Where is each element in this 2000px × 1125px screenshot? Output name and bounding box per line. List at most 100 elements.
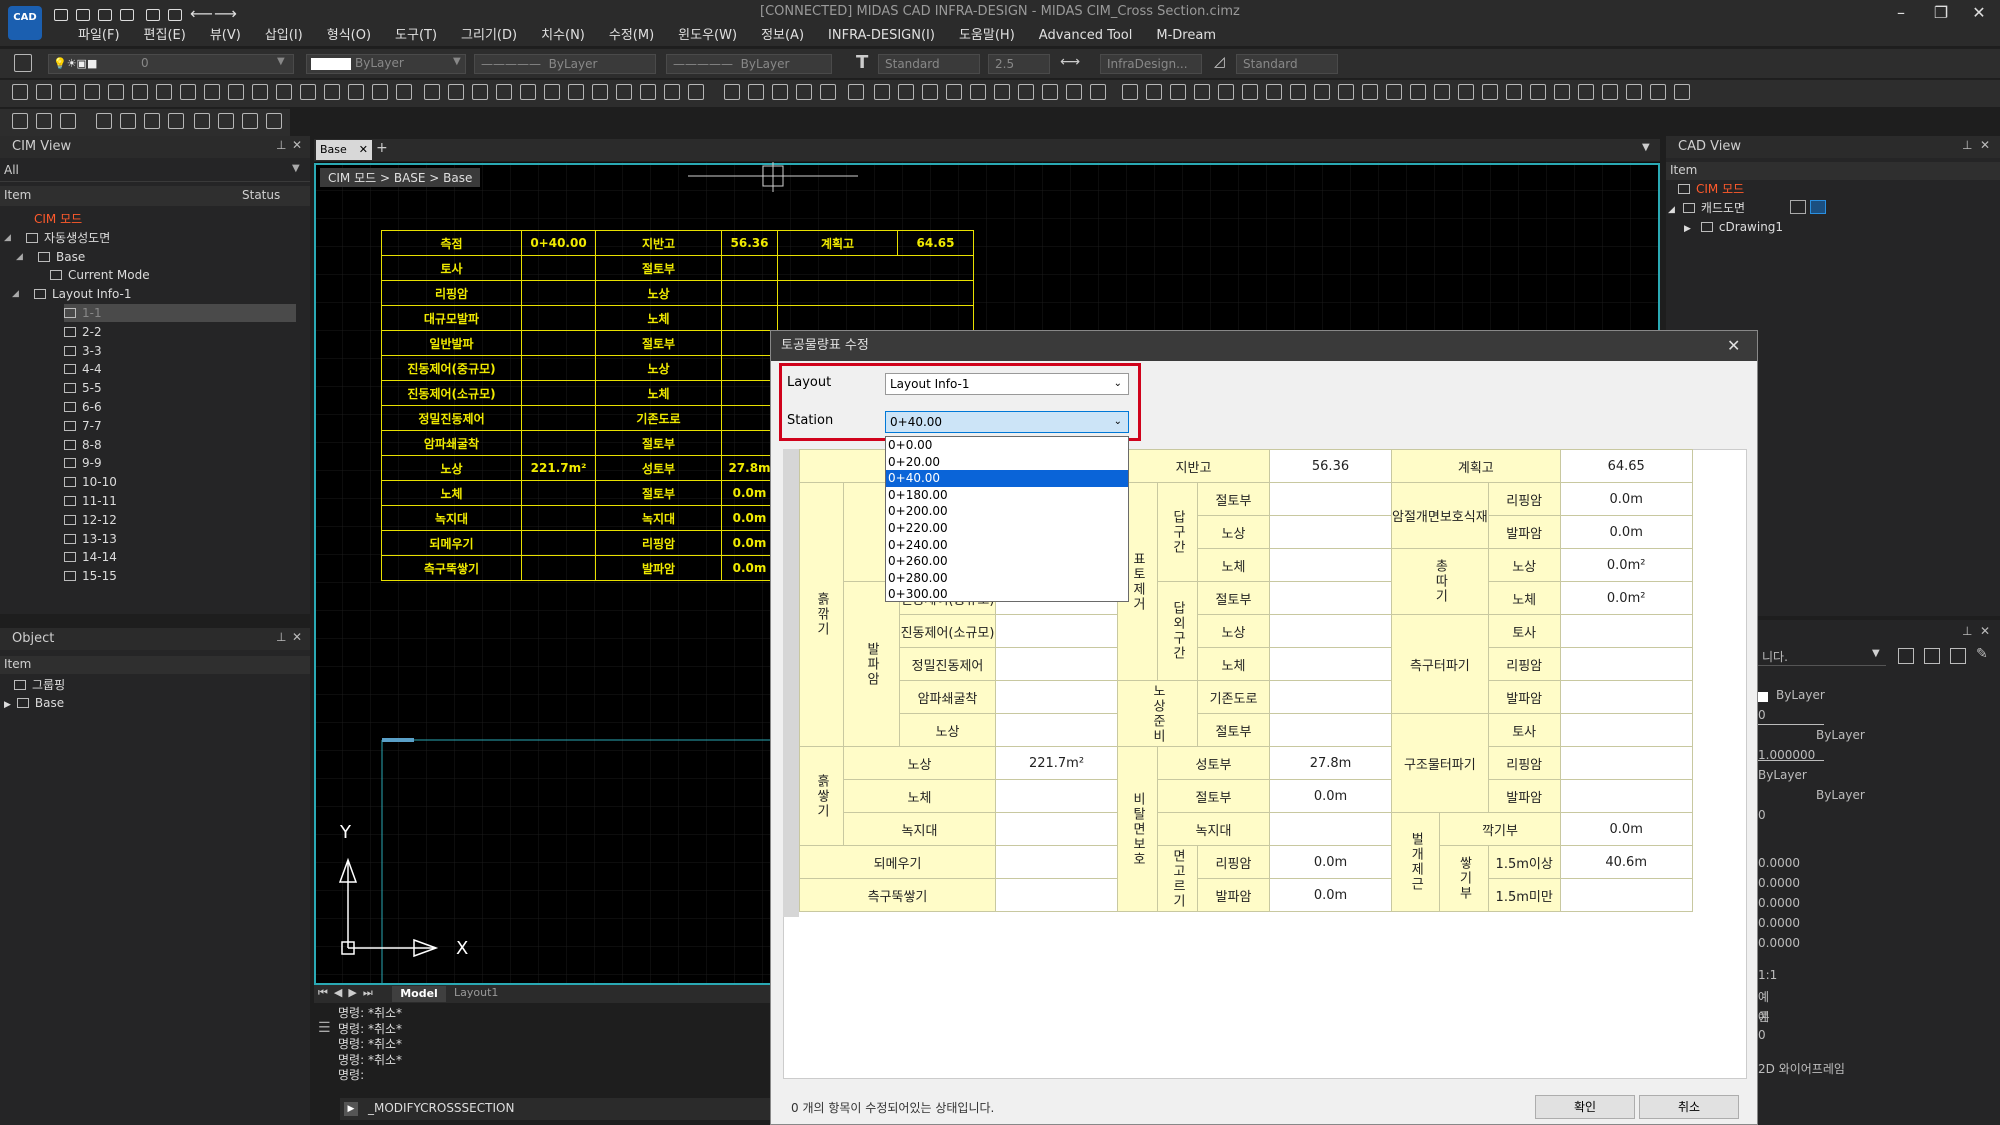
layout-select[interactable]: Layout Info-1 ⌄: [885, 373, 1129, 395]
station-option[interactable]: 0+0.00: [886, 437, 1128, 454]
grid-cell[interactable]: 0.0m: [1269, 845, 1392, 879]
tool-icon[interactable]: [1218, 84, 1234, 100]
tool-icon[interactable]: [252, 84, 268, 100]
textheight-combo[interactable]: 2.5: [988, 54, 1050, 74]
property-value[interactable]: ByLayer: [1758, 768, 1807, 782]
cim-tree-item[interactable]: 5-5: [64, 379, 102, 397]
menu-item[interactable]: 치수(N): [529, 26, 597, 46]
menu-item[interactable]: 파일(F): [66, 26, 132, 46]
cim-tree-item[interactable]: 1-1: [64, 304, 296, 322]
textstyle-combo[interactable]: Standard: [878, 54, 980, 74]
cancel-button[interactable]: 취소: [1639, 1095, 1739, 1119]
tool-icon[interactable]: [194, 113, 210, 129]
station-option[interactable]: 0+260.00: [886, 553, 1128, 570]
new-tab-icon[interactable]: +: [376, 140, 388, 156]
tool-icon[interactable]: [568, 84, 584, 100]
tool-icon[interactable]: [1066, 84, 1082, 100]
view-toggle-icon[interactable]: [1790, 200, 1806, 214]
object-item-base[interactable]: ▶ Base: [4, 694, 64, 714]
grid-cell[interactable]: [995, 680, 1118, 714]
property-value[interactable]: ByLayer: [1816, 728, 1865, 742]
grid-cell[interactable]: [1559, 779, 1693, 813]
minimize-icon[interactable]: –: [1884, 2, 1918, 24]
tool-icon[interactable]: [1266, 84, 1282, 100]
tool-icon[interactable]: [592, 84, 608, 100]
station-dropdown-list[interactable]: 0+0.00 0+20.00 0+40.00 0+180.00 0+200.00 0+22…: [885, 436, 1129, 602]
grid-cell[interactable]: [995, 845, 1118, 879]
grid-cell[interactable]: [995, 878, 1118, 912]
tool-icon[interactable]: [36, 113, 52, 129]
save-all-icon[interactable]: [120, 9, 134, 21]
grid-cell[interactable]: 0.0m²: [1559, 581, 1693, 615]
tool-icon[interactable]: [96, 113, 112, 129]
menu-item[interactable]: Advanced Tool: [1027, 26, 1145, 46]
tool-icon[interactable]: [424, 84, 440, 100]
grid-cell[interactable]: [995, 713, 1118, 747]
property-value[interactable]: 0: [1758, 708, 1766, 722]
tool-icon[interactable]: [1314, 84, 1330, 100]
cad-item-cdrawing1[interactable]: ▶ cDrawing1: [1684, 218, 1783, 238]
tool-icon[interactable]: [36, 84, 52, 100]
tool-icon[interactable]: [1434, 84, 1450, 100]
tool-icon[interactable]: [228, 84, 244, 100]
select-objects-icon[interactable]: [1924, 648, 1940, 664]
property-value[interactable]: 0.0000: [1758, 936, 1800, 950]
property-value[interactable]: 2D 와이어프레임: [1758, 1060, 1845, 1077]
grid-cell[interactable]: [995, 812, 1118, 846]
wrench-icon[interactable]: ✎: [1976, 646, 1988, 662]
tool-icon[interactable]: [1242, 84, 1258, 100]
collapse-icon[interactable]: ◢: [16, 248, 23, 266]
tool-icon[interactable]: [120, 113, 136, 129]
grid-cell[interactable]: 40.6m: [1559, 845, 1693, 879]
grid-cell[interactable]: [1269, 581, 1392, 615]
cim-tree-item[interactable]: ◢ Base: [16, 248, 85, 266]
station-select[interactable]: 0+40.00 ⌄: [885, 411, 1129, 433]
tool-icon[interactable]: [60, 84, 76, 100]
tool-icon[interactable]: [796, 84, 812, 100]
tool-icon[interactable]: [1362, 84, 1378, 100]
station-option[interactable]: 0+280.00: [886, 570, 1128, 587]
tool-icon[interactable]: [1146, 84, 1162, 100]
cim-filter-combo[interactable]: All ▼: [0, 160, 310, 182]
tool-icon[interactable]: [1458, 84, 1474, 100]
dimstyle-combo[interactable]: InfraDesign...: [1100, 54, 1202, 74]
dialog-close-icon[interactable]: ✕: [1727, 336, 1740, 355]
open-folder-icon[interactable]: [76, 9, 90, 21]
doc-tab-base[interactable]: Base ✕: [316, 140, 372, 160]
cim-tree-item[interactable]: 7-7: [64, 417, 102, 435]
grid-cell[interactable]: 56.36: [1269, 449, 1392, 483]
grid-cell[interactable]: 0.0m²: [1559, 548, 1693, 582]
cim-tree-item[interactable]: 3-3: [64, 342, 102, 360]
lineweight-combo[interactable]: ————— ByLayer: [666, 54, 832, 74]
tab-layout1[interactable]: Layout1: [454, 986, 498, 999]
menu-item[interactable]: 윈도우(W): [666, 26, 749, 46]
grid-cell[interactable]: 27.8m: [1269, 746, 1392, 780]
tool-icon[interactable]: [324, 84, 340, 100]
menu-item[interactable]: 도구(T): [383, 26, 449, 46]
tool-icon[interactable]: [218, 113, 234, 129]
property-value[interactable]: 1:1: [1758, 968, 1777, 982]
tool-icon[interactable]: [1170, 84, 1186, 100]
tool-icon[interactable]: [396, 84, 412, 100]
grid-cell[interactable]: [1269, 482, 1392, 516]
props-selector[interactable]: 니다. ▼: [1758, 646, 1886, 666]
cad-item-drawing[interactable]: ◢ 캐드도면: [1668, 199, 1745, 219]
tool-icon[interactable]: [970, 84, 986, 100]
dimstyle-icon[interactable]: ⟷: [1060, 54, 1080, 70]
color-combo[interactable]: ByLayer ▼: [306, 54, 466, 74]
ok-button[interactable]: 확인: [1535, 1095, 1635, 1119]
panel-close-icon[interactable]: ✕: [1980, 624, 1990, 638]
tool-icon[interactable]: [1090, 84, 1106, 100]
layer-manager-icon[interactable]: [14, 54, 32, 72]
cim-tree-item[interactable]: 15-15: [64, 567, 117, 585]
tool-icon[interactable]: [1018, 84, 1034, 100]
command-menu-icon[interactable]: ☰: [318, 1020, 331, 1036]
tool-icon[interactable]: [242, 113, 258, 129]
grid-cell[interactable]: [1269, 647, 1392, 681]
undo-icon[interactable]: ⟵: [190, 4, 213, 23]
tool-icon[interactable]: [108, 84, 124, 100]
print-icon[interactable]: [146, 9, 160, 21]
menu-item[interactable]: 편집(E): [132, 26, 198, 46]
tab-close-icon[interactable]: ✕: [359, 143, 368, 156]
tool-icon[interactable]: [168, 113, 184, 129]
